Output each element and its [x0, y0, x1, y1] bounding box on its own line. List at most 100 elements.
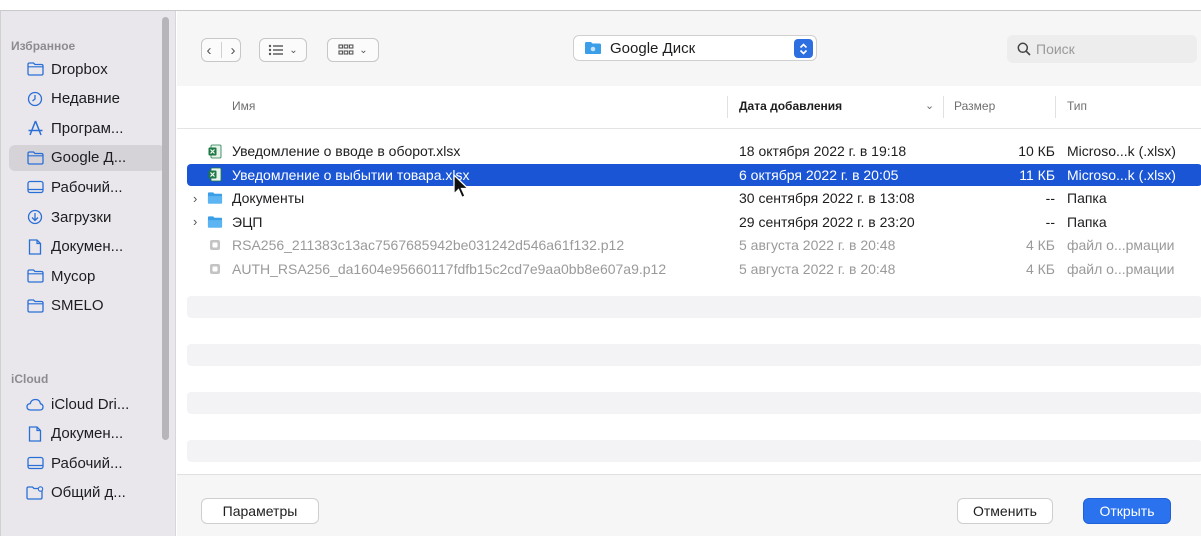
file-size: -- [1045, 190, 1055, 206]
certificate-file-icon [207, 238, 223, 252]
open-button[interactable]: Открыть [1083, 498, 1171, 524]
list-view-icon [269, 44, 284, 56]
file-name: Уведомление о выбытии товара.xlsx [232, 166, 470, 183]
back-icon[interactable]: ‹ [207, 42, 212, 59]
sidebar-item[interactable]: Недавние [9, 86, 165, 112]
file-name: Документы [232, 190, 305, 206]
search-icon [1017, 42, 1031, 56]
empty-row-stripe [187, 440, 1201, 462]
nav-divider [220, 42, 222, 58]
sidebar-item-label: Google Д... [51, 149, 127, 167]
file-type: файл о...рмации [1067, 260, 1175, 277]
chevron-down-icon[interactable]: ⌄ [925, 99, 934, 112]
clock-icon [26, 91, 44, 107]
folder-icon [26, 268, 44, 284]
document-icon [26, 238, 44, 255]
sidebar-item[interactable]: Рабочий... [9, 174, 165, 200]
file-row[interactable]: Уведомление о вводе в оборот.xlsx 18 октя… [187, 140, 1201, 162]
options-button[interactable]: Параметры [201, 498, 319, 524]
list-view-button[interactable]: ⌄ [259, 38, 307, 62]
file-row[interactable]: › Документы 30 сентября 2022 г. в 13:08 -- П… [187, 187, 1201, 209]
sidebar-scrollbar[interactable] [162, 17, 169, 440]
file-row[interactable]: RSA256_211383c13ac7567685942be031242d546… [187, 234, 1201, 256]
chevron-down-icon: ⌄ [359, 44, 368, 56]
sidebar-item[interactable]: Google Д... [9, 144, 165, 171]
desktop-icon [26, 455, 44, 471]
dialog-footer: Параметры Отменить Открыть [177, 474, 1201, 536]
file-name: RSA256_211383c13ac7567685942be031242d546… [232, 237, 625, 253]
sidebar-item[interactable]: SMELO [9, 293, 165, 319]
grid-view-icon [338, 44, 354, 55]
file-type: Папка [1067, 213, 1107, 230]
excel-file-icon [207, 144, 223, 158]
empty-row-stripe [187, 344, 1201, 366]
certificate-file-icon [207, 262, 223, 276]
sidebar: Избранное Dropbox Недавние Програм... Googl… [1, 11, 176, 536]
nav-buttons: ‹ › [201, 38, 241, 62]
location-popup[interactable]: Google Диск [573, 35, 817, 61]
file-type: Microso...k (.xlsx) [1067, 166, 1176, 183]
column-header-type[interactable]: Тип [1067, 99, 1087, 113]
file-row[interactable]: › ЭЦП 29 сентября 2022 г. в 23:20 -- Папка [187, 211, 1201, 233]
toolbar: ‹ › ⌄ ⌄ Google Диск Поиск [177, 11, 1201, 86]
file-row[interactable]: AUTH_RSA256_da1604e95660117fdfb15c2cd7e9… [187, 258, 1201, 280]
folder-icon [26, 150, 44, 166]
file-date: 5 августа 2022 г. в 20:48 [739, 237, 896, 253]
sidebar-item-label: Dropbox [51, 60, 108, 78]
desktop-icon [26, 179, 44, 195]
chevron-down-icon: ⌄ [289, 44, 298, 56]
group-view-button[interactable]: ⌄ [327, 38, 379, 62]
popup-stepper-icon [794, 39, 813, 58]
sidebar-item-label: Загрузки [51, 208, 112, 226]
file-row[interactable]: Уведомление о выбытии товара.xlsx 6 октяб… [187, 163, 1201, 186]
disclosure-chevron-icon[interactable]: › [193, 214, 197, 229]
sidebar-item[interactable]: Програм... [9, 115, 165, 141]
file-open-dialog: Избранное Dropbox Недавние Програм... Googl… [0, 10, 1201, 536]
folder-icon [26, 298, 44, 314]
download-icon [26, 209, 44, 225]
file-list-header: Имя Дата добавления ⌄ Размер Тип [177, 86, 1201, 129]
file-type: Microso...k (.xlsx) [1067, 143, 1176, 159]
file-list: Уведомление о вводе в оборот.xlsx 18 октя… [177, 129, 1201, 474]
sidebar-item[interactable]: Докумен... [9, 421, 165, 447]
file-name: Уведомление о вводе в оборот.xlsx [232, 143, 461, 159]
cancel-button[interactable]: Отменить [957, 498, 1053, 524]
file-type: Папка [1067, 190, 1107, 206]
file-date: 6 октября 2022 г. в 20:05 [739, 166, 899, 183]
column-divider[interactable] [1055, 96, 1056, 118]
sidebar-item[interactable]: Мусор [9, 263, 165, 289]
search-placeholder: Поиск [1036, 41, 1075, 57]
shared-folder-icon [26, 485, 44, 501]
cloud-icon [26, 396, 44, 412]
file-size: 10 КБ [1018, 143, 1055, 159]
sidebar-item[interactable]: Общий д... [9, 480, 165, 506]
excel-file-icon [207, 167, 223, 182]
search-field[interactable]: Поиск [1007, 35, 1197, 63]
sidebar-item[interactable]: Dropbox [9, 56, 165, 82]
empty-row-stripe [187, 296, 1201, 318]
column-header-size[interactable]: Размер [954, 99, 995, 113]
sidebar-item-label: Рабочий... [51, 454, 123, 472]
column-header-date[interactable]: Дата добавления [739, 99, 842, 113]
document-icon [26, 425, 44, 442]
sidebar-item-label: Програм... [51, 119, 124, 137]
file-type: файл о...рмации [1067, 237, 1175, 253]
disclosure-chevron-icon[interactable]: › [193, 191, 197, 206]
sidebar-item-label: iCloud Dri... [51, 395, 130, 413]
sidebar-item[interactable]: Докумен... [9, 234, 165, 260]
forward-icon[interactable]: › [231, 42, 236, 59]
sidebar-item-label: Докумен... [51, 425, 124, 443]
sidebar-section-icloud: iCloud [11, 372, 49, 386]
file-size: -- [1045, 213, 1055, 230]
column-header-name[interactable]: Имя [232, 99, 255, 113]
sidebar-item[interactable]: iCloud Dri... [9, 391, 165, 417]
column-divider[interactable] [727, 96, 728, 118]
location-label: Google Диск [610, 39, 696, 57]
sidebar-item[interactable]: Рабочий... [9, 450, 165, 476]
sidebar-item-label: Мусор [51, 267, 96, 285]
sidebar-item[interactable]: Загрузки [9, 204, 165, 230]
column-divider[interactable] [943, 96, 944, 118]
file-date: 5 августа 2022 г. в 20:48 [739, 260, 896, 277]
file-date: 30 сентября 2022 г. в 13:08 [739, 190, 915, 206]
file-date: 29 сентября 2022 г. в 23:20 [739, 213, 915, 230]
